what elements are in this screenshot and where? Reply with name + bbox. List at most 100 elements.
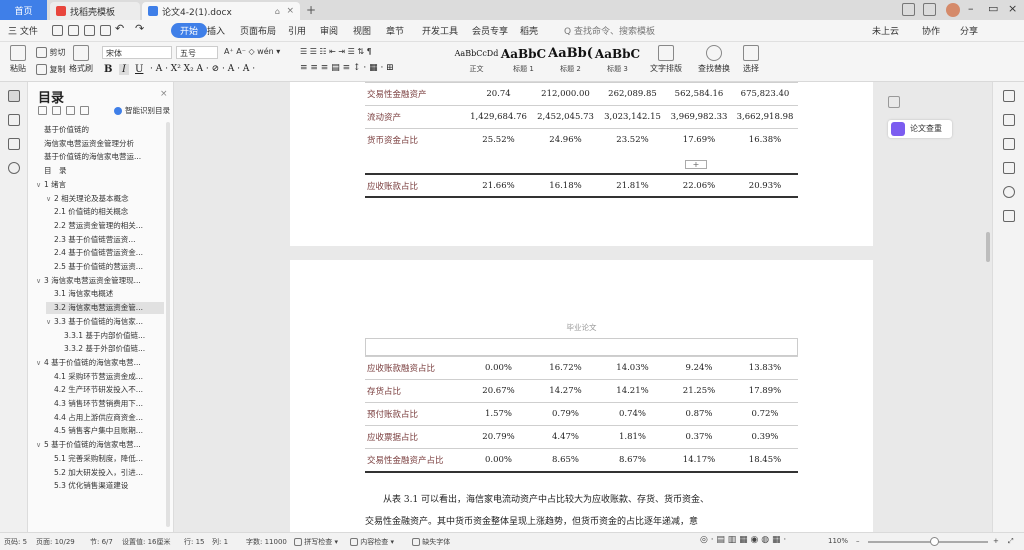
- toc-item[interactable]: 5.2 加大研发投入，引进...: [46, 467, 164, 479]
- fit-icon[interactable]: ⤢: [1008, 537, 1014, 546]
- text-layout-button[interactable]: 文字排版: [646, 45, 686, 74]
- table-cell[interactable]: 3,662,918.98: [732, 105, 798, 129]
- row-label-cell[interactable]: 交易性金融资产占比: [365, 448, 465, 472]
- table-cell[interactable]: 3,969,982.33: [666, 105, 732, 129]
- row-label-cell[interactable]: 应收票据占比: [365, 425, 465, 449]
- table-cell[interactable]: 22.06%: [666, 173, 732, 197]
- font-size-select[interactable]: 五号: [176, 46, 218, 59]
- status-pages[interactable]: 页面: 10/29: [36, 537, 75, 547]
- cut-button[interactable]: 剪切: [36, 47, 66, 58]
- table-cell[interactable]: 21.66%: [465, 173, 532, 197]
- zoom-in-icon[interactable]: +: [993, 537, 999, 545]
- content-check-button[interactable]: 内容检查 ▾: [350, 537, 394, 547]
- toc-scrollbar[interactable]: [166, 122, 170, 527]
- avatar[interactable]: [946, 3, 960, 17]
- bold-button[interactable]: B: [104, 64, 112, 75]
- chevron-down-icon[interactable]: ∨: [46, 316, 54, 328]
- chevron-down-icon[interactable]: ∨: [46, 193, 54, 205]
- tab-template[interactable]: 找稻壳模板: [50, 2, 140, 20]
- table-cell[interactable]: 13.83%: [732, 356, 798, 380]
- table-cell[interactable]: 675,823.40: [732, 82, 798, 106]
- table-cell[interactable]: 2,452,045.73: [532, 105, 599, 129]
- toc-item[interactable]: 3.3.1 基于内部价值链...: [56, 330, 164, 342]
- new-tab-button[interactable]: +: [306, 3, 316, 17]
- bookmark-icon[interactable]: [8, 138, 20, 150]
- home-icon[interactable]: [888, 96, 900, 108]
- toc-level-icon[interactable]: [66, 106, 75, 115]
- toc-item[interactable]: 4.3 销售环节营销费用下...: [46, 398, 164, 410]
- toc-item[interactable]: 目 录: [36, 165, 164, 177]
- row-label-cell[interactable]: 存货占比: [365, 379, 465, 403]
- table-cell[interactable]: 1.81%: [599, 425, 666, 449]
- folder-icon[interactable]: [8, 114, 20, 126]
- table-cell[interactable]: 16.18%: [532, 173, 599, 197]
- style-normal[interactable]: AaBbCcDd 正文: [453, 44, 500, 80]
- toc-item[interactable]: 2.1 价值链的相关概念: [46, 206, 164, 218]
- toc-item[interactable]: 5.1 完善采购制度，降低...: [46, 453, 164, 465]
- underline-button[interactable]: U: [135, 64, 143, 75]
- table-cell[interactable]: 20.79%: [465, 425, 532, 449]
- table-cell[interactable]: 0.00%: [465, 448, 532, 472]
- italic-button[interactable]: I: [119, 64, 129, 75]
- table-cell[interactable]: 20.74: [465, 82, 532, 106]
- table-cell[interactable]: 17.89%: [732, 379, 798, 403]
- toc-expand-icon[interactable]: [38, 106, 47, 115]
- share-button[interactable]: 分享: [960, 24, 978, 37]
- page-previous[interactable]: 交易性金融资产 20.74 212,000.00 262,089.85 562,584.…: [290, 82, 873, 246]
- command-search[interactable]: Q 查找命令、搜索模板: [564, 24, 655, 37]
- chevron-down-icon[interactable]: ∨: [36, 179, 44, 191]
- menu-member[interactable]: 会员专享: [472, 24, 508, 37]
- menu-review[interactable]: 审阅: [320, 24, 338, 37]
- location-icon[interactable]: [1003, 186, 1015, 198]
- toc-item[interactable]: 基于价值链的海信家电营运...: [36, 151, 164, 163]
- toc-item[interactable]: 2.4 基于价值链营运资金...: [46, 247, 164, 259]
- smart-toc-button[interactable]: 智能识别目录: [114, 105, 170, 116]
- table-cell[interactable]: 8.65%: [532, 448, 599, 472]
- minimize-icon[interactable]: –: [968, 2, 974, 15]
- table-cell[interactable]: 0.87%: [666, 402, 732, 426]
- toc-item[interactable]: 基于价值链的: [36, 124, 164, 136]
- redo-icon[interactable]: ↷: [135, 22, 144, 35]
- toc-close-icon[interactable]: ×: [160, 89, 168, 99]
- toc-item[interactable]: 4.5 销售客户集中且账期...: [46, 425, 164, 437]
- font-name-select[interactable]: 宋体: [102, 46, 172, 59]
- zoom-level[interactable]: 110%: [828, 537, 848, 545]
- translate-icon[interactable]: [1003, 162, 1015, 174]
- toc-nav-icon[interactable]: [8, 90, 20, 102]
- image-icon[interactable]: [1003, 210, 1015, 222]
- format-painter-button[interactable]: 格式刷: [68, 45, 94, 74]
- pointer-icon[interactable]: [1003, 90, 1015, 102]
- toc-item[interactable]: 3.1 海信家电概述: [46, 288, 164, 300]
- layout-icon[interactable]: [902, 3, 915, 16]
- row-label-cell[interactable]: 应收账款占比: [365, 173, 465, 197]
- find-replace-button[interactable]: 查找替换: [692, 45, 736, 74]
- table-cell[interactable]: 4.47%: [532, 425, 599, 449]
- table-cell[interactable]: 1.57%: [465, 402, 532, 426]
- table-cell[interactable]: 212,000.00: [532, 82, 599, 106]
- toc-item[interactable]: ∨ 3.3 基于价值链的海信家...: [46, 316, 164, 328]
- table-cell[interactable]: 23.52%: [599, 128, 666, 152]
- style-heading-1[interactable]: AaBbC 标题 1: [500, 44, 547, 80]
- toc-item[interactable]: 2.3 基于价值链营运资...: [46, 234, 164, 246]
- table-cell[interactable]: 562,584.16: [666, 82, 732, 106]
- menu-start[interactable]: 开始: [171, 23, 208, 38]
- table-cell[interactable]: 18.45%: [732, 448, 798, 472]
- table-cell[interactable]: 21.81%: [599, 173, 666, 197]
- undo-icon[interactable]: ↶: [115, 22, 124, 35]
- toc-item[interactable]: ∨ 1 绪言: [36, 179, 164, 191]
- edit-icon[interactable]: [1003, 114, 1015, 126]
- toc-collapse-icon[interactable]: [52, 106, 61, 115]
- zoom-slider[interactable]: [868, 541, 988, 543]
- chevron-down-icon[interactable]: ∨: [36, 275, 44, 287]
- table-cell[interactable]: 17.69%: [666, 128, 732, 152]
- style-heading-2[interactable]: AaBb(标题 2: [547, 44, 594, 80]
- menu-view[interactable]: 视图: [353, 24, 371, 37]
- missing-font-button[interactable]: 缺失字体: [412, 537, 450, 547]
- export-icon[interactable]: [68, 25, 79, 36]
- copy-button[interactable]: 复制: [36, 64, 66, 75]
- toc-item[interactable]: 3.2 海信家电营运资金管...: [46, 302, 164, 315]
- close-window-icon[interactable]: ×: [1008, 2, 1017, 15]
- table-cell[interactable]: 9.24%: [666, 356, 732, 380]
- align-icons[interactable]: ≡ ≡ ≡ ▤ ≡ ↕ · ▦ · ⊞: [300, 63, 394, 73]
- menu-insert[interactable]: 插入: [207, 24, 225, 37]
